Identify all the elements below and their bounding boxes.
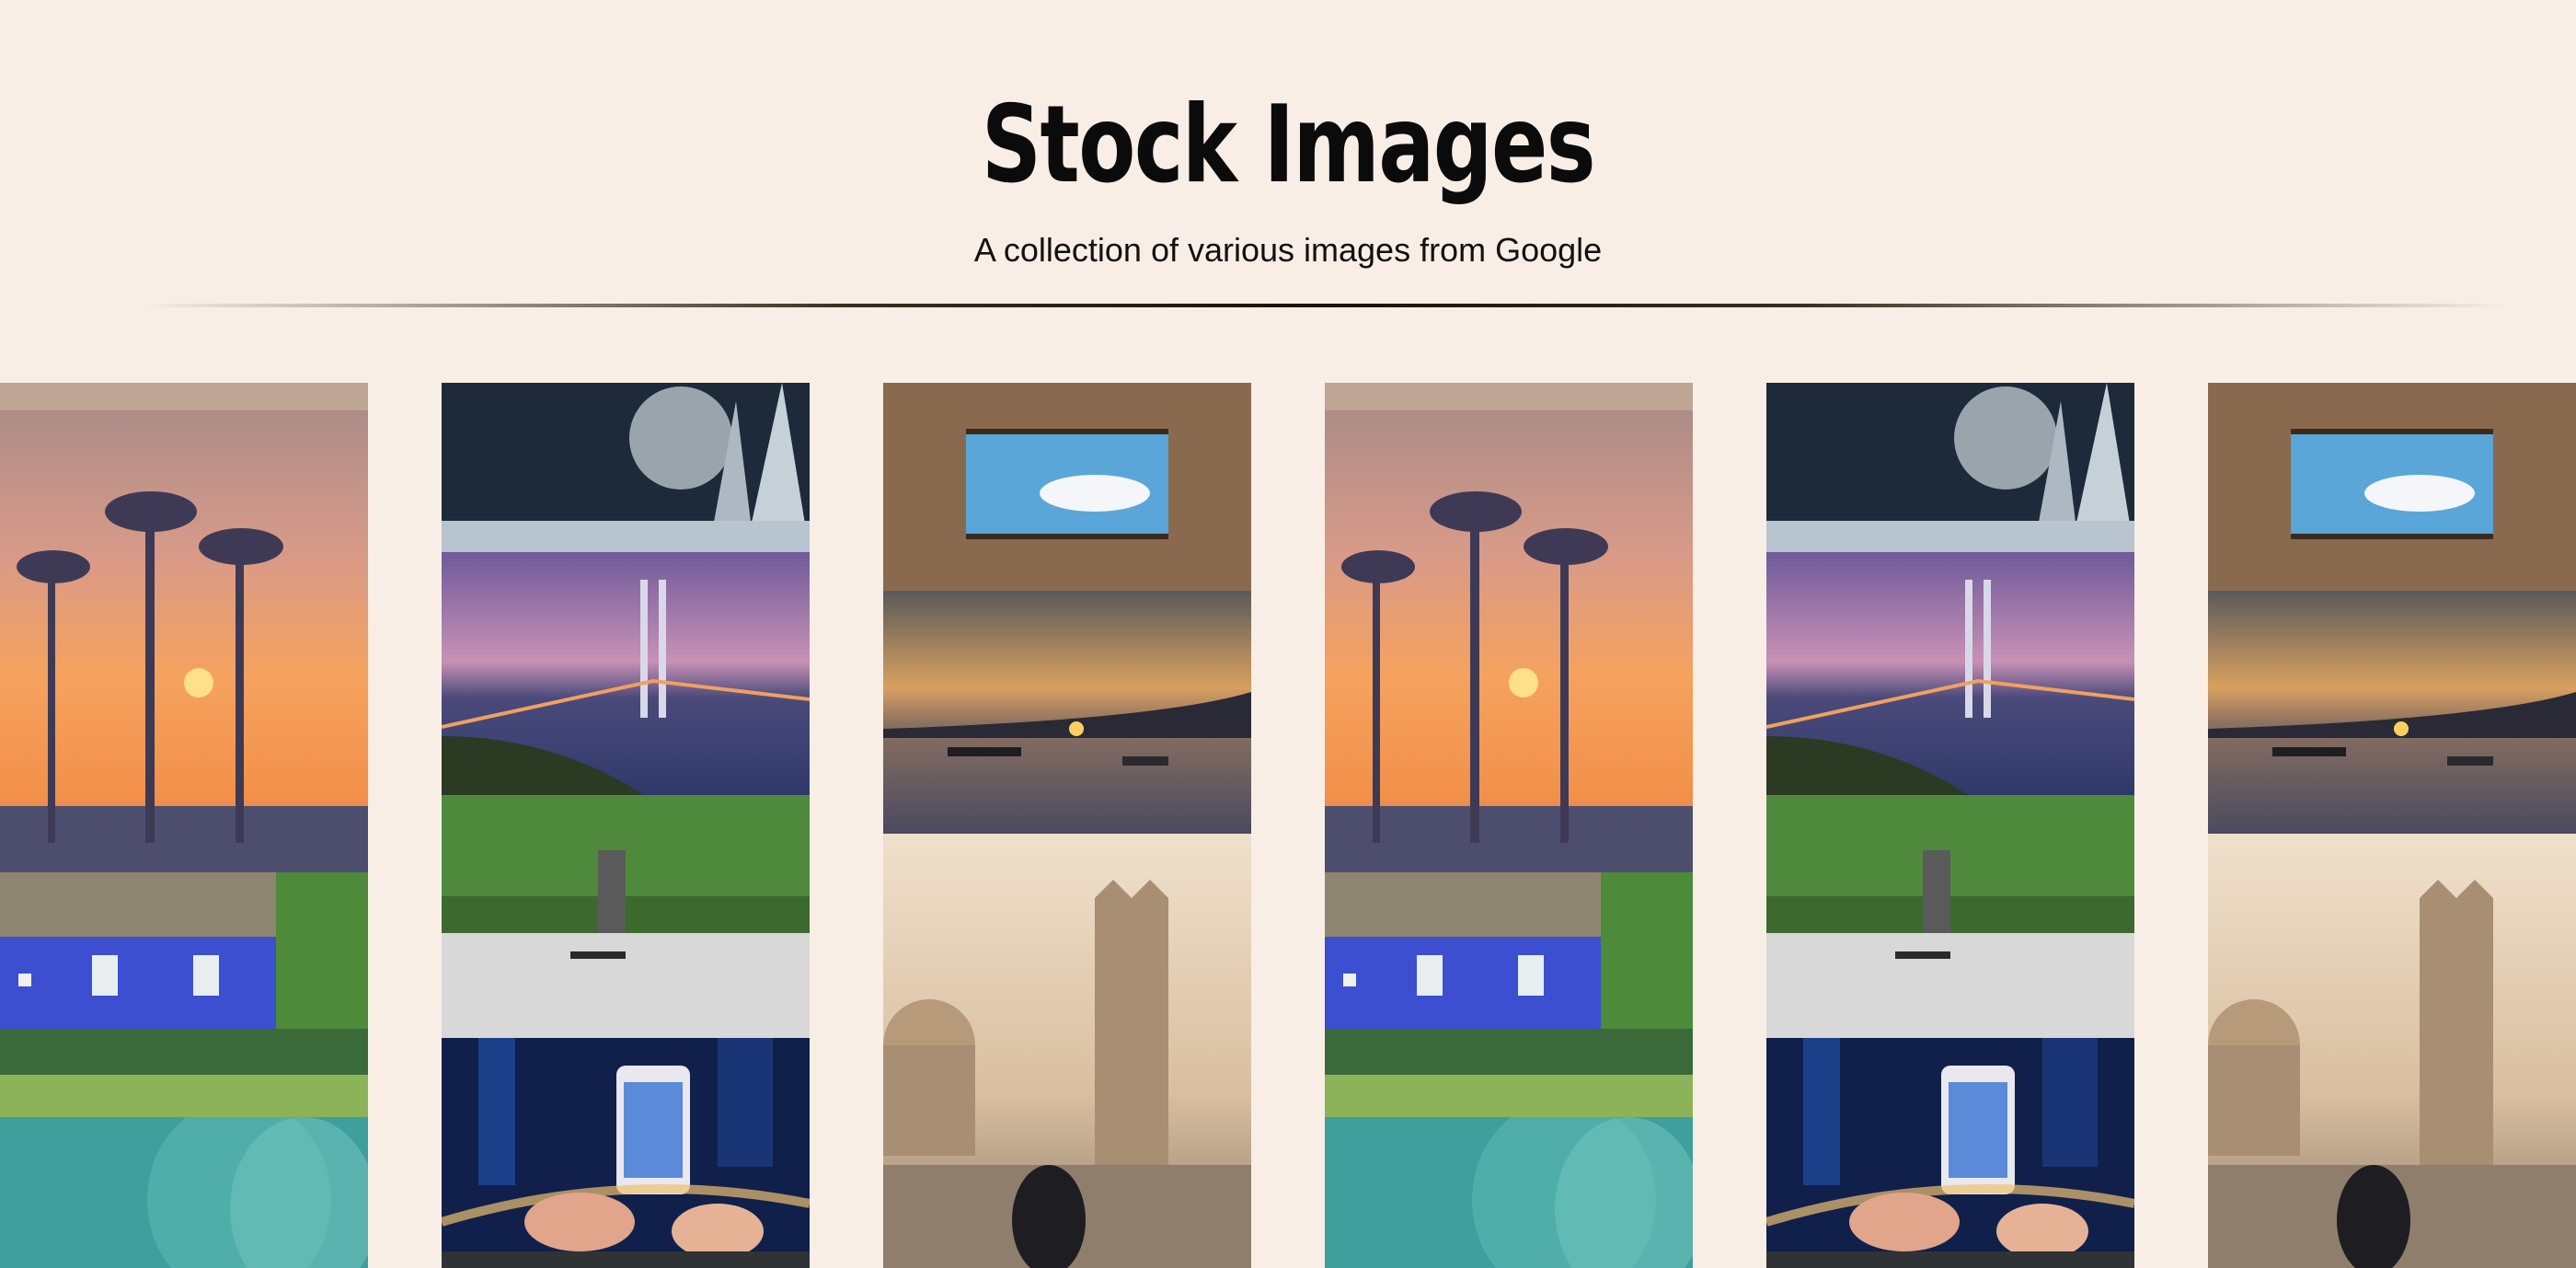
image-sea-sunset-boats[interactable] — [883, 591, 1251, 834]
image-courtyard-sky[interactable] — [883, 383, 1251, 591]
image-teal-abstract[interactable] — [1325, 1117, 1693, 1268]
image-teal-abstract[interactable] — [0, 1117, 368, 1268]
page: Stock Images A collection of various ima… — [0, 0, 2576, 1268]
image-gallery — [0, 383, 2576, 1268]
gallery-column — [2208, 383, 2576, 1268]
image-dark[interactable] — [1766, 1251, 2134, 1268]
image-courtyard-sky[interactable] — [2208, 383, 2576, 591]
image-phone-city-night[interactable] — [442, 1038, 810, 1251]
image-skateboarder[interactable] — [1766, 795, 2134, 1038]
image-blue-cottage[interactable] — [1325, 872, 1693, 1117]
image-sea-sunset-boats[interactable] — [2208, 591, 2576, 834]
image-dark[interactable] — [442, 1251, 810, 1268]
gallery-column — [0, 383, 368, 1268]
image-prague-bridge[interactable] — [2208, 834, 2576, 1268]
image-suspension-bridge[interactable] — [1766, 552, 2134, 795]
image-moon-landscape[interactable] — [442, 383, 810, 552]
image-palm-sunset[interactable] — [0, 383, 368, 872]
image-palm-sunset[interactable] — [1325, 383, 1693, 872]
gallery-column — [1766, 383, 2134, 1268]
gallery-column — [1325, 383, 1693, 1268]
image-moon-landscape[interactable] — [1766, 383, 2134, 552]
image-phone-city-night[interactable] — [1766, 1038, 2134, 1251]
image-suspension-bridge[interactable] — [442, 552, 810, 795]
header-divider — [143, 304, 2507, 307]
page-subtitle: A collection of various images from Goog… — [973, 231, 1603, 269]
gallery-column — [883, 383, 1251, 1268]
gallery-column — [442, 383, 810, 1268]
image-skateboarder[interactable] — [442, 795, 810, 1038]
page-title: Stock Images — [981, 83, 1596, 207]
image-blue-cottage[interactable] — [0, 872, 368, 1117]
image-prague-bridge[interactable] — [883, 834, 1251, 1268]
